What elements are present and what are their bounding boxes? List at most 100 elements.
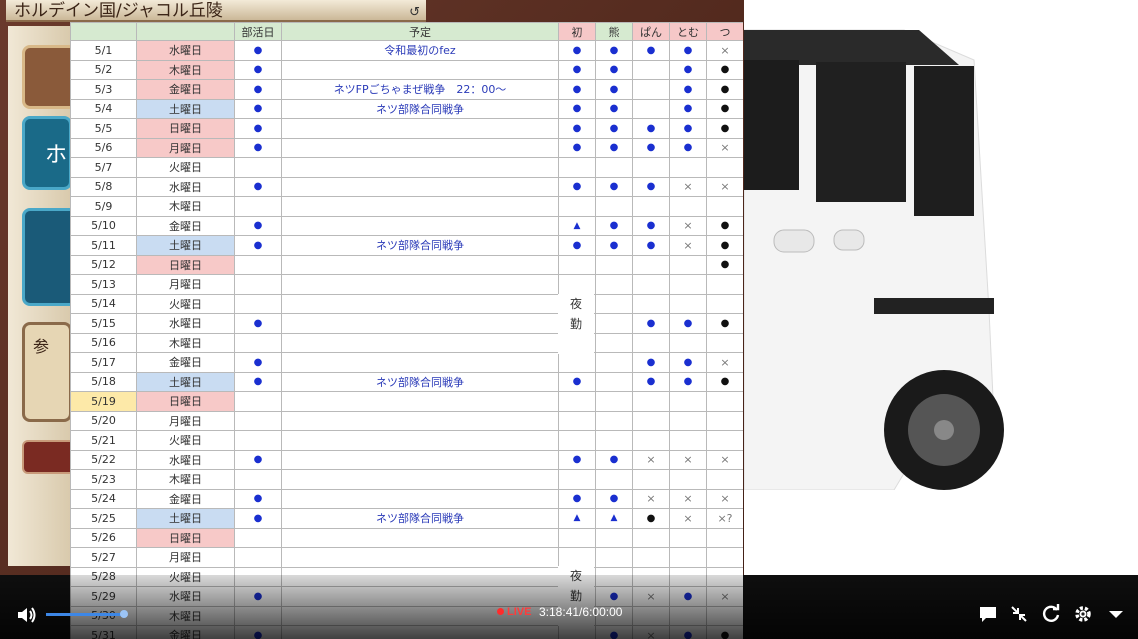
volume-icon[interactable] (16, 605, 38, 625)
location-title: ホルデイン国/ジャコル丘陵 (14, 1, 223, 21)
volume-slider-knob[interactable] (119, 610, 128, 618)
active-day-cell (234, 469, 282, 490)
event-cell: 令和最初のfez (281, 40, 559, 61)
active-day-cell: ● (234, 488, 282, 509)
event-cell: ネツ部隊合同戦争 (281, 235, 559, 256)
member-5-cell: × (706, 176, 743, 197)
member-2-cell (595, 274, 633, 295)
settings-gear-icon[interactable] (1072, 603, 1094, 625)
active-day-cell: ● (234, 118, 282, 139)
header-member-2: 熊 (595, 22, 633, 41)
member-1-cell (558, 391, 596, 412)
table-row: 5/13 月曜日 (70, 274, 743, 295)
day-cell: 火曜日 (136, 293, 235, 314)
date-cell: 5/21 (70, 430, 137, 451)
member-4-cell: × (669, 215, 707, 236)
member-2-cell: ● (595, 98, 633, 119)
member-5-cell: ● (706, 235, 743, 256)
date-cell: 5/4 (70, 98, 137, 119)
event-cell (281, 176, 559, 197)
table-row: 5/16 木曜日 (70, 332, 743, 353)
member-4-cell: × (669, 508, 707, 529)
side-button-blue[interactable]: ホ (22, 116, 72, 190)
member-5-cell: ● (706, 254, 743, 275)
event-cell (281, 254, 559, 275)
date-cell: 5/9 (70, 196, 137, 217)
event-cell (281, 274, 559, 295)
event-cell (281, 196, 559, 217)
member-2-cell (595, 410, 633, 431)
header-member-5: つ (706, 22, 743, 41)
day-cell: 金曜日 (136, 79, 235, 100)
member-2-cell: ● (595, 137, 633, 158)
refresh-icon[interactable] (1040, 603, 1062, 625)
member-4-cell (669, 332, 707, 353)
day-cell: 月曜日 (136, 547, 235, 568)
volume-slider[interactable] (46, 610, 128, 618)
date-cell: 5/26 (70, 527, 137, 548)
table-row: 5/1 水曜日 ● 令和最初のfez ● ● ● ● × (70, 40, 743, 61)
member-4-cell: × (669, 235, 707, 256)
member-3-cell: × (632, 449, 670, 470)
active-day-cell (234, 410, 282, 431)
date-cell: 5/5 (70, 118, 137, 139)
member-3-cell (632, 547, 670, 568)
table-row: 5/23 木曜日 (70, 469, 743, 490)
member-1-cell: ● (558, 235, 596, 256)
event-cell (281, 118, 559, 139)
member-2-cell (595, 293, 633, 314)
active-day-cell: ● (234, 215, 282, 236)
member-1-cell: ● (558, 98, 596, 119)
chevron-down-icon[interactable] (1105, 603, 1127, 625)
active-day-cell: ● (234, 449, 282, 470)
active-day-cell (234, 332, 282, 353)
live-dot-icon (497, 608, 504, 615)
side-label-box: 参 (22, 322, 72, 422)
member-3-cell: ● (632, 508, 670, 529)
member-5-cell (706, 547, 743, 568)
member-3-cell (632, 79, 670, 100)
date-cell: 5/23 (70, 469, 137, 490)
table-row: 5/11 土曜日 ● ネツ部隊合同戦争 ● ● ● × ● (70, 235, 743, 256)
active-day-cell: ● (234, 137, 282, 158)
member-4-cell: ● (669, 79, 707, 100)
member-1-cell (558, 254, 596, 275)
member-3-cell (632, 59, 670, 80)
schedule-table: 部活日 予定 初 熊 ぱん とむ つ 5/1 水曜日 ● 令和最初のfez ● ● ● ● × 5… (70, 22, 743, 639)
member-2-cell (595, 527, 633, 548)
date-cell: 5/10 (70, 215, 137, 236)
swirl-icon[interactable]: ↺ (409, 2, 420, 24)
day-cell: 月曜日 (136, 410, 235, 431)
active-day-cell: ● (234, 235, 282, 256)
member-4-cell (669, 254, 707, 275)
minimize-icon[interactable] (1008, 603, 1030, 625)
side-button-red[interactable] (22, 440, 76, 474)
day-cell: 日曜日 (136, 254, 235, 275)
member-1-cell: ● (558, 137, 596, 158)
member-2-cell (595, 196, 633, 217)
table-row: 5/12 日曜日 ● (70, 254, 743, 275)
active-day-cell (234, 274, 282, 295)
member-2-cell (595, 254, 633, 275)
table-row: 5/6 月曜日 ● ● ● ● ● × (70, 137, 743, 158)
side-label: 参 (33, 337, 50, 356)
event-cell (281, 352, 559, 373)
member-3-cell: × (632, 488, 670, 509)
table-row: 5/4 土曜日 ● ネツ部隊合同戦争 ● ● ● ● (70, 98, 743, 119)
chat-icon[interactable] (977, 603, 999, 625)
day-cell: 金曜日 (136, 215, 235, 236)
day-cell: 水曜日 (136, 449, 235, 470)
day-cell: 金曜日 (136, 352, 235, 373)
date-cell: 5/24 (70, 488, 137, 509)
table-row: 5/21 火曜日 (70, 430, 743, 451)
table-row: 5/22 水曜日 ● ● ● × × × (70, 449, 743, 470)
day-cell: 月曜日 (136, 274, 235, 295)
schedule-header-row: 部活日 予定 初 熊 ぱん とむ つ (70, 22, 743, 41)
day-cell: 日曜日 (136, 391, 235, 412)
day-cell: 土曜日 (136, 371, 235, 392)
day-cell: 月曜日 (136, 137, 235, 158)
member-2-cell (595, 469, 633, 490)
date-cell: 5/8 (70, 176, 137, 197)
time-readout: 3:18:41/6:00:00 (539, 605, 623, 619)
member-4-cell (669, 391, 707, 412)
